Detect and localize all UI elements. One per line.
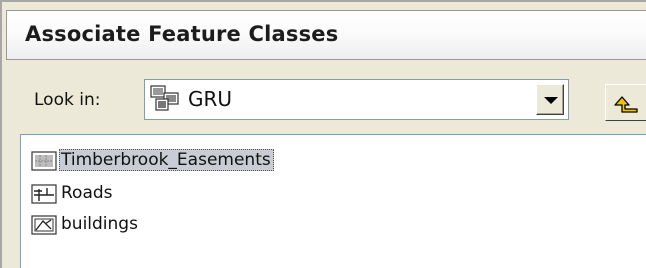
look-in-dropdown[interactable]: GRU [144,79,569,120]
look-in-value: GRU [188,87,233,111]
chevron-down-icon[interactable] [536,84,564,115]
file-name: buildings [61,214,138,234]
title-bar[interactable]: Associate Feature Classes [6,10,646,60]
file-name: Timberbrook_Easements [59,149,274,171]
annotation-feature-class-icon [31,215,57,235]
line-feature-class-icon [31,184,57,204]
up-one-level-button[interactable] [605,84,646,121]
file-name: Roads [61,183,113,203]
dialog-title: Associate Feature Classes [25,22,339,46]
folder-db-icon [150,85,180,113]
look-in-label: Look in: [34,90,101,110]
file-list[interactable]: Timberbrook_Easements Roads buildings [20,134,646,268]
up-one-level-icon [614,96,638,113]
polygon-feature-class-icon [31,151,57,171]
